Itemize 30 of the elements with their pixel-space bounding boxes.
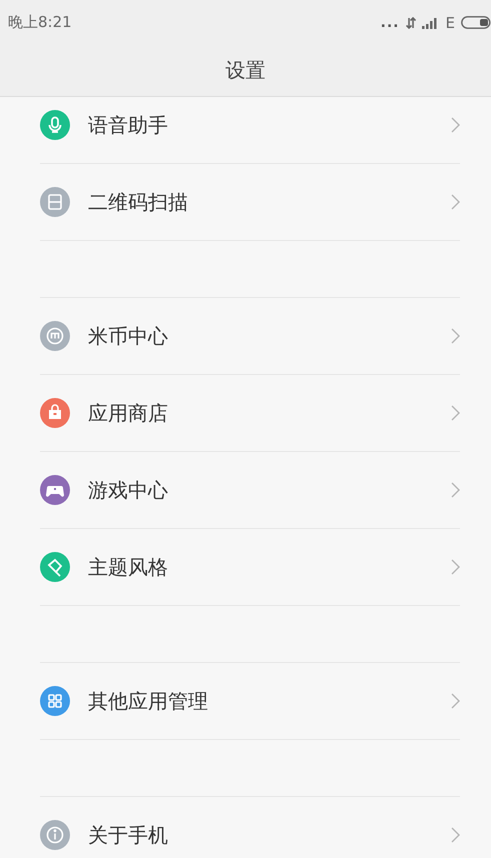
chevron-right-icon bbox=[451, 482, 460, 498]
settings-item[interactable]: 语音助手 bbox=[40, 97, 460, 163]
item-label: 应用商店 bbox=[88, 400, 169, 426]
item-label: 游戏中心 bbox=[88, 476, 169, 504]
chevron-right-icon bbox=[451, 559, 460, 575]
settings-item[interactable]: 主题风格 bbox=[40, 528, 460, 605]
item-label: 二维码扫描 bbox=[88, 188, 189, 216]
item-label: 主题风格 bbox=[88, 554, 169, 580]
chevron-right-icon bbox=[451, 194, 460, 210]
notification-dots: ... bbox=[380, 14, 400, 30]
settings-item[interactable]: 游戏中心 bbox=[40, 451, 460, 528]
item-label: 其他应用管理 bbox=[88, 688, 209, 714]
chevron-right-icon bbox=[451, 827, 460, 843]
chevron-right-icon bbox=[451, 328, 460, 344]
network-type: E bbox=[446, 14, 455, 32]
item-label: 语音助手 bbox=[88, 112, 169, 138]
data-transfer-icon bbox=[406, 16, 416, 28]
settings-item[interactable]: 米币中心 bbox=[40, 298, 460, 374]
status-time: 晚上8:21 bbox=[8, 13, 72, 32]
chevron-right-icon bbox=[451, 117, 460, 133]
item-label: 关于手机 bbox=[88, 822, 169, 848]
page-title: 设置 bbox=[226, 57, 266, 84]
settings-item[interactable]: 其他应用管理 bbox=[40, 663, 460, 739]
chevron-right-icon bbox=[451, 693, 460, 709]
battery-icon bbox=[461, 16, 491, 29]
item-label: 米币中心 bbox=[88, 322, 169, 350]
settings-item[interactable]: 应用商店 bbox=[40, 374, 460, 451]
settings-item[interactable]: 二维码扫描 bbox=[40, 163, 460, 240]
chevron-right-icon bbox=[451, 405, 460, 421]
settings-item[interactable]: 关于手机 bbox=[40, 797, 460, 858]
